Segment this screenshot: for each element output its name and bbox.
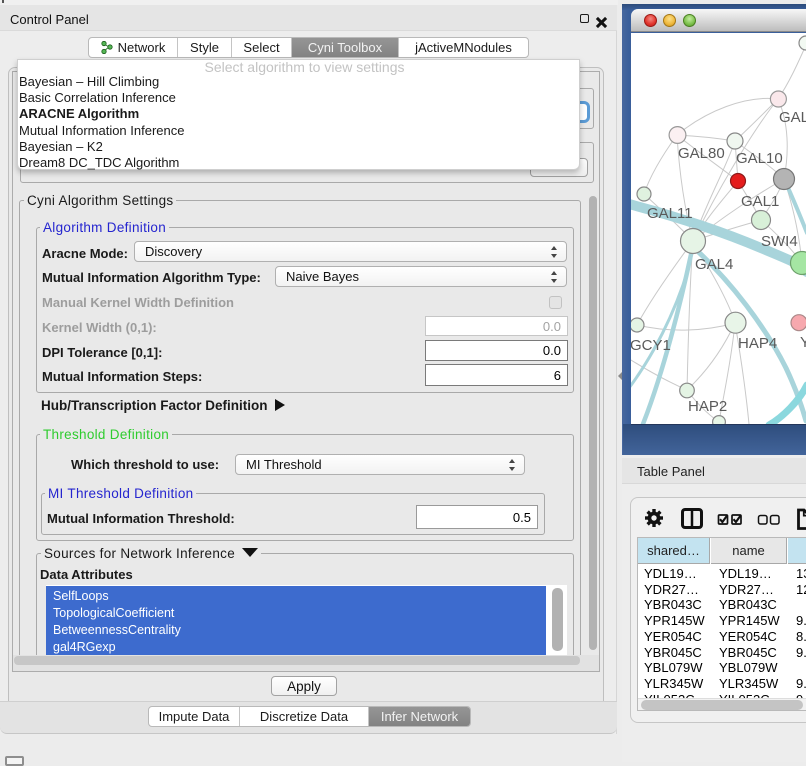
svg-text:GAL10: GAL10 — [736, 150, 783, 167]
svg-text:GAL80: GAL80 — [678, 145, 725, 162]
svg-text:GAL4: GAL4 — [695, 256, 733, 273]
svg-text:GAL11: GAL11 — [647, 205, 693, 222]
svg-text:Y: Y — [800, 334, 806, 351]
svg-text:GAL2: GAL2 — [779, 109, 806, 126]
svg-text:GCY1: GCY1 — [631, 337, 671, 354]
svg-text:GAL1: GAL1 — [741, 193, 779, 210]
svg-text:HAP4: HAP4 — [738, 335, 777, 352]
svg-text:HAP2: HAP2 — [688, 398, 727, 415]
svg-text:SWI4: SWI4 — [761, 233, 798, 250]
